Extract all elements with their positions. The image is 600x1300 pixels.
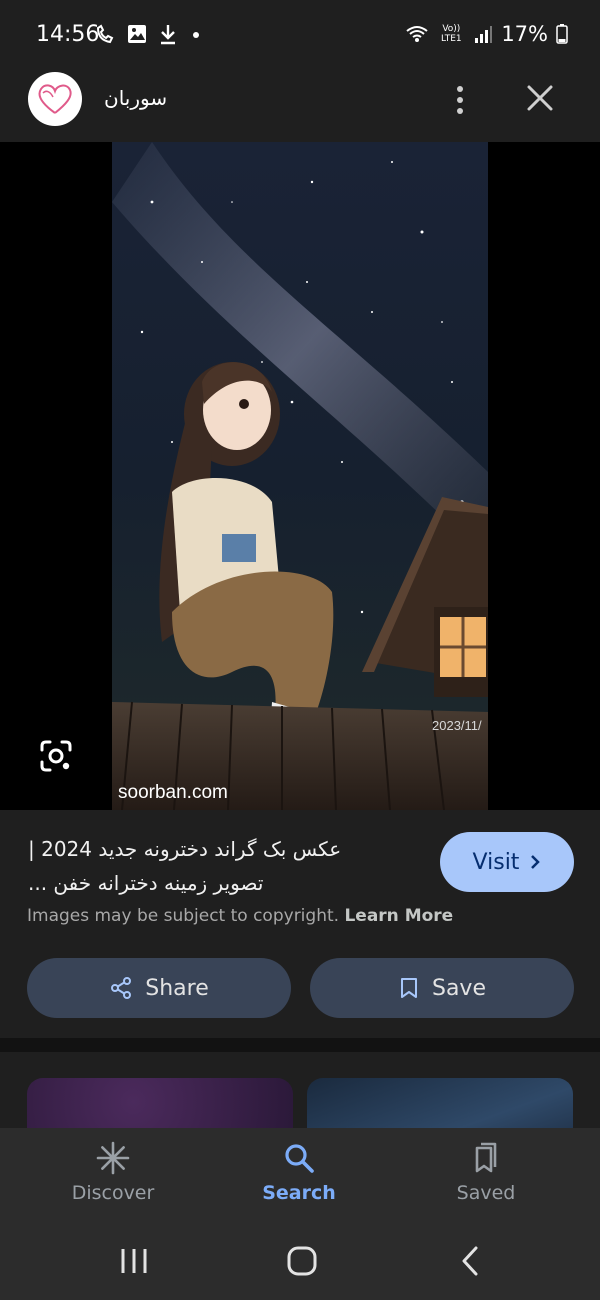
battery-icon [556, 24, 568, 44]
system-navigation-bar [0, 1226, 600, 1300]
nav-search-label: Search [262, 1182, 336, 1204]
signal-icon [475, 26, 493, 43]
download-icon [161, 25, 175, 45]
date-stamp: 2023/11/ [432, 718, 482, 733]
more-dot [457, 86, 463, 92]
more-options-button[interactable] [446, 80, 474, 120]
more-dot [457, 97, 463, 103]
visit-label: Visit [472, 849, 520, 875]
status-bar: 14:56 Vo)) LTE1 17% [0, 0, 600, 70]
artwork-illustration: 2023/11/ soorban.com [112, 142, 488, 810]
result-title[interactable]: عکس بک گراند دخترونه جدید 2024 | تصویر ز… [28, 832, 408, 900]
recent-apps-icon[interactable] [114, 1244, 154, 1278]
visit-button[interactable]: Visit [440, 832, 574, 892]
copyright-text: Images may be subject to copyright. [27, 906, 340, 926]
nav-discover-label: Discover [71, 1182, 155, 1204]
back-icon[interactable] [452, 1244, 492, 1278]
learn-more-link[interactable]: Learn More [344, 906, 453, 926]
nav-saved[interactable]: Saved [416, 1140, 556, 1204]
share-button[interactable]: Share [27, 958, 291, 1018]
bottom-navigation: Discover Search Saved [0, 1128, 600, 1226]
search-icon [285, 1144, 314, 1173]
result-info-panel: عکس بک گراند دخترونه جدید 2024 | تصویر ز… [0, 810, 600, 1038]
watermark: soorban.com [118, 782, 228, 803]
nav-search[interactable]: Search [229, 1140, 369, 1204]
preview-image[interactable]: 2023/11/ soorban.com [112, 142, 488, 810]
bookmark-icon [400, 978, 417, 998]
share-label: Share [145, 975, 209, 1001]
battery-percent: 17% [501, 22, 548, 46]
asterisk-icon [96, 1141, 130, 1175]
nav-discover[interactable]: Discover [43, 1140, 183, 1204]
save-label: Save [431, 975, 486, 1001]
related-images [0, 1052, 600, 1128]
nav-saved-label: Saved [456, 1182, 516, 1204]
save-button[interactable]: Save [310, 958, 574, 1018]
heart-icon [38, 84, 72, 114]
status-time: 14:56 [36, 22, 100, 47]
chevron-right-icon [531, 855, 541, 869]
home-icon[interactable] [282, 1244, 322, 1278]
copyright-notice: Images may be subject to copyright. Lear… [27, 906, 453, 926]
share-icon [111, 977, 132, 999]
wifi-icon [406, 26, 428, 42]
close-icon[interactable] [522, 80, 558, 116]
system-status-icons: Vo)) LTE1 17% [405, 22, 568, 46]
result-title-line1: عکس بک گراند دخترونه جدید 2024 | [28, 837, 342, 861]
more-dot [457, 108, 463, 114]
dot-icon [193, 32, 199, 38]
bookmarks-icon [475, 1142, 497, 1173]
network-label: Vo)) LTE1 [440, 24, 462, 44]
result-title-line2: تصویر زمینه دخترانه خفن ... [28, 871, 264, 895]
missed-call-icon [96, 24, 114, 44]
notification-icons [94, 22, 204, 46]
site-logo[interactable] [28, 72, 82, 126]
image-preview: 2023/11/ soorban.com [0, 142, 600, 810]
image-icon [128, 25, 146, 43]
related-image-thumbnail[interactable] [307, 1078, 573, 1128]
google-lens-icon[interactable] [36, 736, 76, 776]
site-name[interactable]: سوربان [104, 86, 167, 110]
section-divider [0, 1038, 600, 1052]
result-header: سوربان [0, 70, 600, 142]
related-image-thumbnail[interactable] [27, 1078, 293, 1128]
